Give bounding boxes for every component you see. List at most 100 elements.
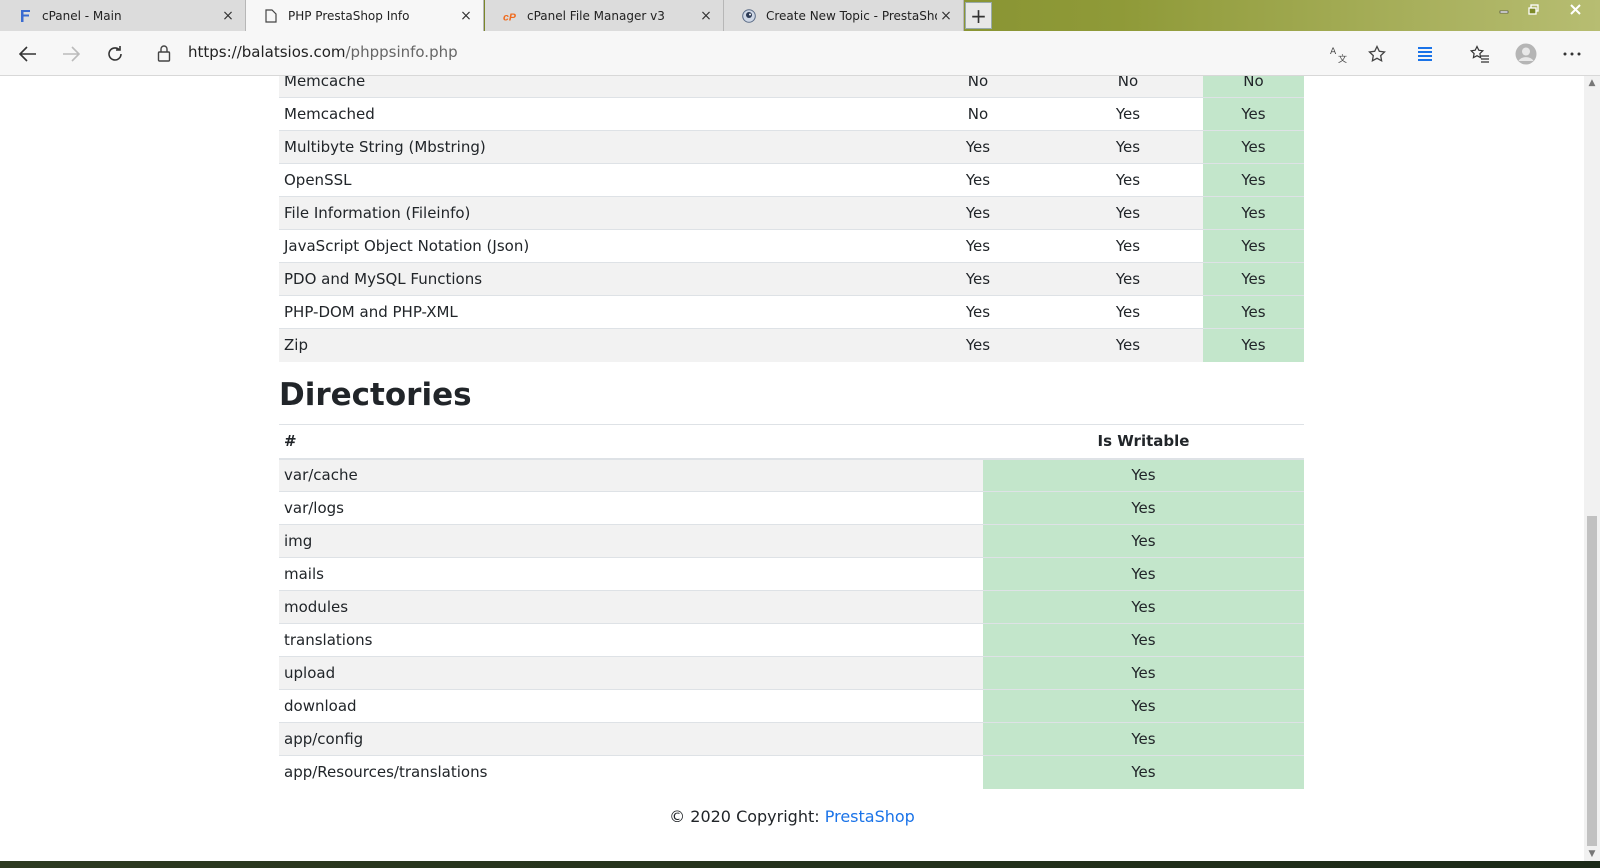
tab-label: cPanel - Main (42, 8, 122, 23)
table-row: File Information (Fileinfo) Yes Yes Yes (279, 196, 1304, 230)
requirement-value: Yes (903, 262, 1053, 296)
lock-icon[interactable] (157, 44, 173, 62)
extension-name: File Information (Fileinfo) (279, 196, 903, 230)
extensions-table-wrapper: Memcache No No No Memcached No Yes Yes Multibyte… (279, 76, 1304, 362)
extension-name: Memcache (279, 76, 903, 98)
reading-list-icon[interactable] (1410, 39, 1440, 69)
page-footer: © 2020 Copyright: PrestaShop (0, 807, 1584, 826)
writable-status: Yes (983, 524, 1304, 558)
restore-icon[interactable] (1520, 0, 1546, 18)
table-row: Memcached No Yes Yes (279, 97, 1304, 131)
writable-status: Yes (983, 656, 1304, 690)
directory-path: translations (284, 631, 373, 649)
current-value: No (1203, 76, 1304, 98)
tab-php-prestashop-info[interactable]: PHP PrestaShop Info × (246, 0, 484, 31)
minimize-icon[interactable] (1491, 0, 1517, 18)
extension-name: PDO and MySQL Functions (279, 262, 903, 296)
requirement-value: Yes (965, 171, 991, 189)
table-row: Memcache No No No (279, 76, 1304, 98)
writable-status: Yes (983, 722, 1304, 756)
table-row: Zip Yes Yes Yes (279, 328, 1304, 362)
close-icon[interactable]: × (219, 8, 237, 24)
table-row: app/Resources/translations Yes (279, 755, 1304, 789)
directory-path: var/logs (284, 499, 344, 517)
tab-label: PHP PrestaShop Info (288, 8, 410, 23)
cpanel-f-icon (18, 9, 32, 23)
svg-text:cP: cP (503, 11, 517, 22)
back-icon[interactable] (13, 39, 43, 69)
extension-name: OpenSSL (284, 171, 352, 189)
directory-path: img (279, 524, 983, 558)
requirement-value: Yes (903, 196, 1053, 230)
requirement-value: No (903, 76, 1053, 98)
refresh-icon[interactable] (100, 39, 130, 69)
current-value: Yes (1203, 262, 1304, 296)
current-value: Yes (1203, 196, 1304, 230)
table-row: JavaScript Object Notation (Json) Yes Yes Y… (279, 229, 1304, 263)
cpanel-cp-icon: cP (503, 9, 517, 23)
favorite-star-icon[interactable] (1362, 39, 1392, 69)
requirement-value: Yes (903, 130, 1053, 164)
writable-status: Yes (983, 491, 1304, 525)
tab-label: Create New Topic - PrestaShop F (766, 8, 937, 23)
recommended-value: Yes (1115, 303, 1141, 321)
extension-name: Multibyte String (Mbstring) (279, 130, 903, 164)
writable-status: Yes (983, 458, 1304, 492)
current-value: Yes (1203, 130, 1304, 164)
tab-cpanel-file-manager[interactable]: cP cPanel File Manager v3 × (485, 0, 724, 31)
directory-path: modules (279, 590, 983, 624)
writable-status: Yes (983, 557, 1304, 591)
scroll-down-icon[interactable]: ▼ (1584, 847, 1600, 861)
tab-cpanel-main[interactable]: cPanel - Main × (0, 0, 246, 31)
close-icon[interactable]: × (697, 8, 715, 24)
table-row: var/logs Yes (279, 491, 1304, 525)
forward-icon[interactable] (56, 39, 86, 69)
new-tab-button[interactable]: + (965, 2, 992, 29)
close-icon[interactable]: × (457, 8, 475, 24)
requirement-value: Yes (903, 328, 1053, 362)
scroll-up-icon[interactable]: ▲ (1584, 76, 1600, 90)
directory-path: mails (284, 565, 324, 583)
prestashop-link[interactable]: PrestaShop (825, 807, 915, 826)
os-taskbar (0, 861, 1600, 868)
scrollbar-thumb[interactable] (1587, 516, 1597, 846)
close-icon[interactable]: × (937, 8, 955, 24)
tab-create-new-topic[interactable]: Create New Topic - PrestaShop F × (724, 0, 964, 31)
recommended-value: Yes (1053, 196, 1203, 230)
title-bar: cPanel - Main × PHP PrestaShop Info × cP… (0, 0, 1600, 31)
extension-name: JavaScript Object Notation (Json) (284, 237, 530, 255)
recommended-value: Yes (1115, 171, 1141, 189)
table-row: app/config Yes (279, 722, 1304, 756)
table-row: PHP-DOM and PHP-XML Yes Yes Yes (279, 295, 1304, 329)
extension-name: Memcached (284, 105, 375, 123)
directory-path: upload (279, 656, 983, 690)
extension-name: Zip (279, 328, 903, 362)
directory-path: var/cache (279, 458, 983, 492)
url-host: https://balatsios.com (188, 43, 346, 61)
table-row: var/cache Yes (279, 458, 1304, 492)
page-icon (264, 8, 278, 23)
vertical-scrollbar[interactable]: ▲ ▼ (1584, 76, 1600, 861)
directory-path: app/Resources/translations (284, 763, 488, 782)
writable-status: Yes (983, 689, 1304, 723)
column-header-hash: # (284, 432, 297, 451)
recommended-value: Yes (1053, 328, 1203, 362)
current-value: Yes (1203, 163, 1304, 197)
directory-path: download (284, 697, 357, 715)
copyright-text: © 2020 Copyright: (669, 807, 825, 826)
requirement-value: No (967, 105, 989, 123)
table-row: OpenSSL Yes Yes Yes (279, 163, 1304, 197)
address-bar[interactable]: https://balatsios.com/phppsinfo.php (188, 43, 458, 61)
writable-status: Yes (983, 590, 1304, 624)
table-row: upload Yes (279, 656, 1304, 690)
favorites-icon[interactable] (1465, 39, 1495, 69)
extensions-table: Memcache No No No Memcached No Yes Yes Multibyte… (279, 76, 1304, 362)
translate-icon[interactable]: A文 (1324, 39, 1354, 69)
requirement-value: Yes (965, 237, 991, 255)
profile-avatar-icon[interactable] (1511, 39, 1541, 69)
recommended-value: Yes (1115, 237, 1141, 255)
current-value: Yes (1203, 97, 1304, 131)
more-menu-icon[interactable] (1557, 39, 1587, 69)
close-window-icon[interactable] (1560, 0, 1590, 18)
table-row: PDO and MySQL Functions Yes Yes Yes (279, 262, 1304, 296)
